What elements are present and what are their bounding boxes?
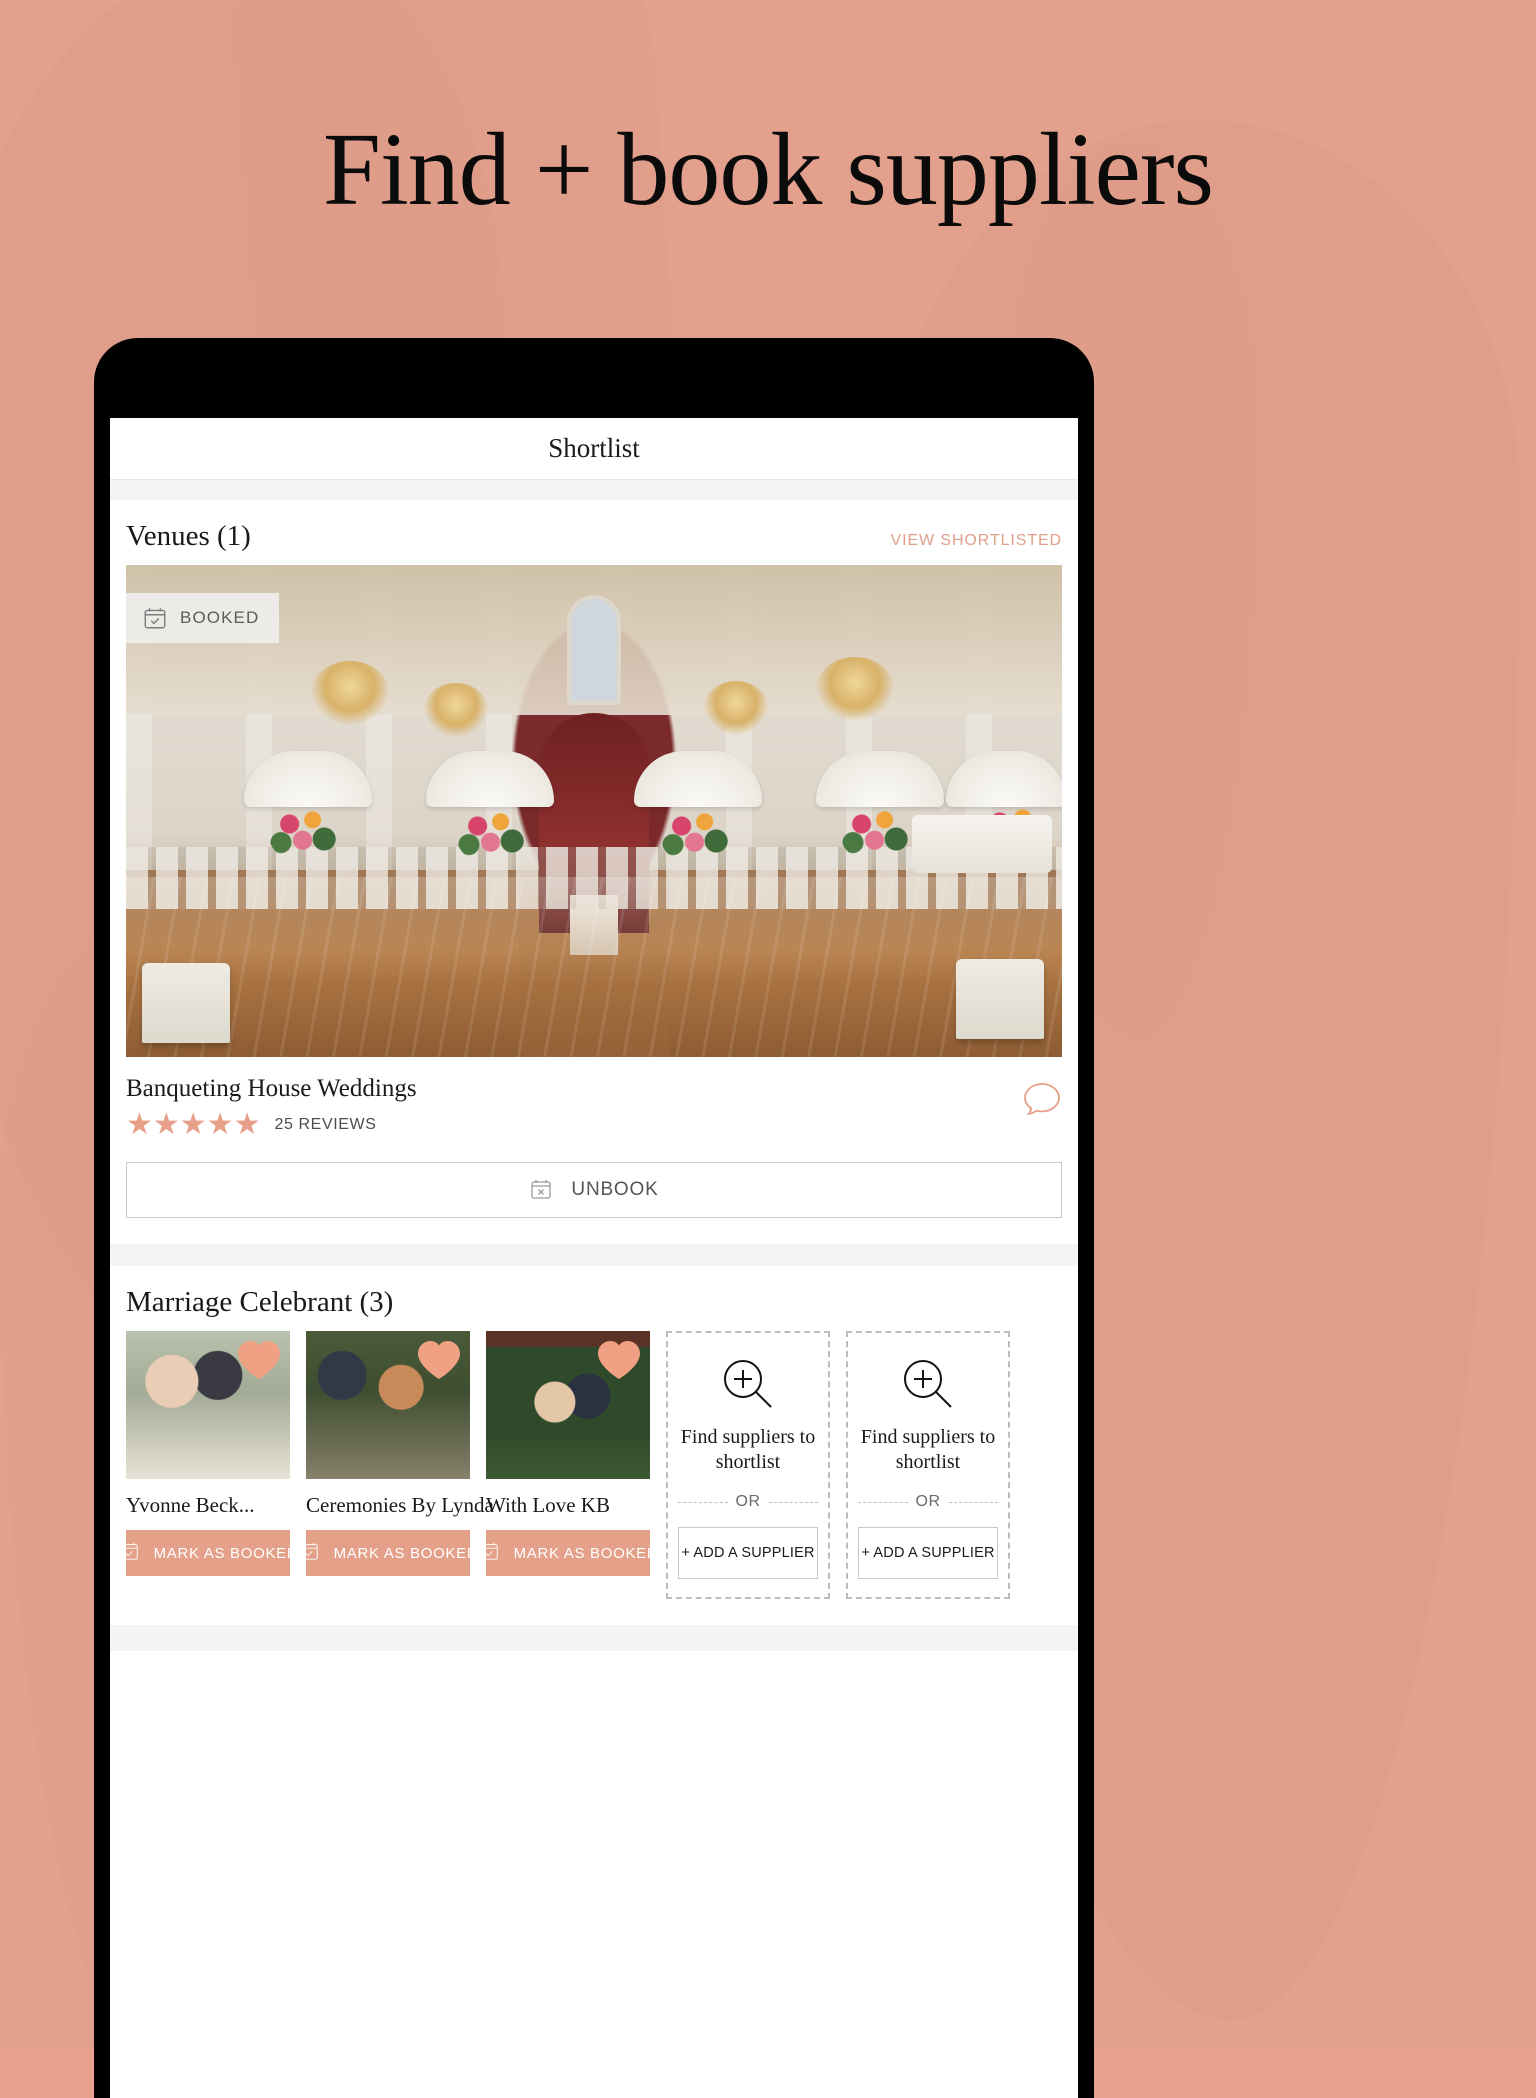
find-suppliers-card[interactable]: Find suppliers to shortlist OR + ADD A S… xyxy=(846,1331,1010,1599)
venues-section-header: Venues (1) VIEW SHORTLISTED xyxy=(110,500,1078,565)
star-rating: ★★★★★ xyxy=(126,1108,261,1141)
or-divider: OR xyxy=(858,1493,998,1511)
supplier-card[interactable]: With Love KB MARK AS BOOKED xyxy=(479,1331,658,1599)
add-supplier-label: + ADD A SUPPLIER xyxy=(861,1545,995,1561)
venue-photo-sofa xyxy=(912,815,1052,873)
calendar-check-icon xyxy=(142,605,168,631)
chat-bubble-icon[interactable] xyxy=(1022,1081,1062,1115)
venue-rating-row: ★★★★★ 25 REVIEWS xyxy=(126,1110,417,1140)
heart-icon[interactable] xyxy=(596,1339,642,1381)
calendar-cross-icon xyxy=(529,1177,555,1203)
supplier-name: Yvonne Beck... xyxy=(126,1493,255,1517)
or-divider: OR xyxy=(678,1493,818,1511)
venue-name[interactable]: Banqueting House Weddings xyxy=(126,1075,417,1103)
section-spacer-bottom xyxy=(110,1625,1078,1651)
booked-badge-label: BOOKED xyxy=(180,608,260,627)
magnifier-plus-icon xyxy=(719,1355,777,1413)
find-suppliers-card[interactable]: Find suppliers to shortlist OR + ADD A S… xyxy=(666,1331,830,1599)
unbook-button[interactable]: UNBOOK xyxy=(126,1162,1062,1218)
add-supplier-label: + ADD A SUPPLIER xyxy=(681,1545,815,1561)
section-spacer-top xyxy=(110,480,1078,500)
heart-icon[interactable] xyxy=(236,1339,282,1381)
venue-info-text: Banqueting House Weddings ★★★★★ 25 REVIE… xyxy=(126,1075,417,1140)
venue-photo-front-chair xyxy=(956,959,1044,1039)
venue-photo-chandelier xyxy=(311,661,389,725)
heart-icon[interactable] xyxy=(416,1339,462,1381)
mark-as-booked-label: MARK AS BOOKED xyxy=(513,1544,659,1562)
mark-as-booked-button[interactable]: MARK AS BOOKED xyxy=(479,1530,658,1576)
or-divider-line xyxy=(858,1501,908,1503)
magnifier-plus-icon xyxy=(899,1355,957,1413)
venues-section-title: Venues (1) xyxy=(126,520,251,552)
unbook-label: UNBOOK xyxy=(571,1179,659,1200)
review-count: 25 REVIEWS xyxy=(274,1116,377,1133)
celebrant-section: Marriage Celebrant (3) Yvonne Beck... MA… xyxy=(110,1266,1078,1651)
venue-photo-window xyxy=(567,595,621,705)
celebrant-section-header: Marriage Celebrant (3) xyxy=(110,1266,1078,1331)
venue-info: Banqueting House Weddings ★★★★★ 25 REVIE… xyxy=(110,1057,1078,1140)
calendar-check-icon xyxy=(298,1540,324,1566)
or-divider-line xyxy=(678,1501,728,1503)
venue-photo-front-chair xyxy=(142,963,230,1043)
view-shortlisted-link[interactable]: VIEW SHORTLISTED xyxy=(891,532,1062,550)
mark-as-booked-label: MARK AS BOOKED xyxy=(153,1544,299,1562)
add-supplier-button[interactable]: + ADD A SUPPLIER xyxy=(858,1527,998,1579)
celebrant-section-title: Marriage Celebrant (3) xyxy=(126,1286,394,1318)
venue-photo-floor xyxy=(126,877,1062,1057)
tablet-device-frame: Shortlist Venues (1) VIEW SHORTLISTED BO… xyxy=(94,338,1094,2098)
or-divider-label: OR xyxy=(735,1493,761,1510)
or-divider-line xyxy=(768,1501,818,1503)
tablet-screen: Shortlist Venues (1) VIEW SHORTLISTED BO… xyxy=(110,418,1078,2098)
supplier-thumbnail[interactable] xyxy=(306,1331,470,1479)
page-title: Shortlist xyxy=(548,433,640,463)
supplier-card[interactable]: Ceremonies By Lynda MARK AS BOOKED xyxy=(299,1331,494,1599)
add-supplier-button[interactable]: + ADD A SUPPLIER xyxy=(678,1527,818,1579)
venues-section: Venues (1) VIEW SHORTLISTED BOOKED Banqu… xyxy=(110,500,1078,1266)
section-divider xyxy=(110,1244,1078,1266)
celebrant-cards-row: Yvonne Beck... MARK AS BOOKED Ceremonies… xyxy=(110,1331,1078,1599)
supplier-thumbnail[interactable] xyxy=(126,1331,290,1479)
venue-photo-chandelier xyxy=(704,681,768,735)
or-divider-label: OR xyxy=(915,1493,941,1510)
venue-photo-flowers xyxy=(268,803,340,863)
mark-as-booked-button[interactable]: MARK AS BOOKED xyxy=(299,1530,478,1576)
booked-badge: BOOKED xyxy=(126,593,280,643)
or-divider-line xyxy=(948,1501,998,1503)
venue-photo-flowers xyxy=(456,805,528,865)
mark-as-booked-label: MARK AS BOOKED xyxy=(333,1544,479,1562)
venue-photo[interactable]: BOOKED xyxy=(126,565,1062,1057)
app-bar: Shortlist xyxy=(110,418,1078,480)
calendar-check-icon xyxy=(118,1540,144,1566)
supplier-name: Ceremonies By Lynda xyxy=(306,1493,494,1517)
venue-photo-chandelier xyxy=(424,683,488,737)
supplier-thumbnail[interactable] xyxy=(486,1331,650,1479)
find-suppliers-label: Find suppliers to shortlist xyxy=(860,1426,996,1473)
mark-as-booked-button[interactable]: MARK AS BOOKED xyxy=(119,1530,298,1576)
venue-photo-chandelier xyxy=(816,657,894,721)
hero-title: Find + book suppliers xyxy=(323,112,1214,227)
supplier-name: With Love KB xyxy=(486,1493,610,1517)
venue-photo-flowers xyxy=(840,803,912,863)
find-suppliers-label: Find suppliers to shortlist xyxy=(680,1426,816,1473)
venue-photo-flowers xyxy=(660,805,732,865)
supplier-card[interactable]: Yvonne Beck... MARK AS BOOKED xyxy=(119,1331,298,1599)
calendar-check-icon xyxy=(478,1540,504,1566)
